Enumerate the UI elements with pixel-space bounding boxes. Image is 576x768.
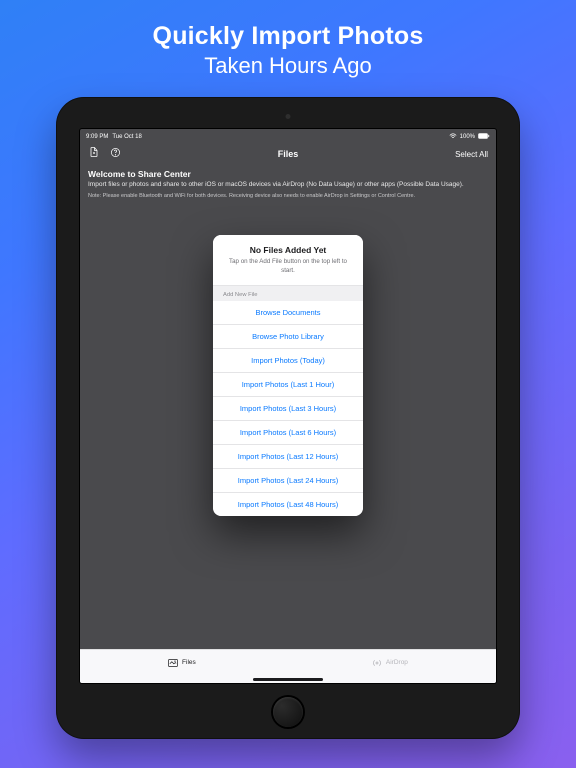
- popover-item-import-last-1h[interactable]: Import Photos (Last 1 Hour): [213, 373, 363, 397]
- intro-title: Welcome to Share Center: [88, 169, 488, 179]
- popover-title: No Files Added Yet: [223, 245, 353, 255]
- popover-section-header: Add New File: [213, 286, 363, 301]
- promo-subtitle: Taken Hours Ago: [153, 53, 424, 79]
- promo-background: Quickly Import Photos Taken Hours Ago 9:…: [0, 0, 576, 768]
- home-indicator[interactable]: [253, 678, 323, 681]
- airdrop-tab-icon: [372, 659, 382, 667]
- status-bar: 9:09 PM Tue Oct 18 100%: [80, 131, 496, 143]
- tab-files[interactable]: Files: [168, 659, 196, 667]
- popover-item-import-last-12h[interactable]: Import Photos (Last 12 Hours): [213, 445, 363, 469]
- select-all-button[interactable]: Select All: [455, 150, 488, 159]
- status-time: 9:09 PM: [86, 134, 108, 140]
- popover-item-import-last-3h[interactable]: Import Photos (Last 3 Hours): [213, 397, 363, 421]
- popover-item-import-today[interactable]: Import Photos (Today): [213, 349, 363, 373]
- intro-description: Import files or photos and share to othe…: [88, 181, 488, 189]
- popover-item-import-last-24h[interactable]: Import Photos (Last 24 Hours): [213, 469, 363, 493]
- popover-item-import-last-48h[interactable]: Import Photos (Last 48 Hours): [213, 493, 363, 516]
- status-date: Tue Oct 18: [112, 134, 141, 140]
- ipad-home-button[interactable]: [273, 697, 303, 727]
- tab-airdrop[interactable]: AirDrop: [372, 659, 408, 667]
- battery-percent: 100%: [460, 134, 475, 140]
- popover-header: No Files Added Yet Tap on the Add File b…: [213, 235, 363, 285]
- tab-airdrop-label: AirDrop: [386, 659, 408, 666]
- promo-text: Quickly Import Photos Taken Hours Ago: [153, 22, 424, 79]
- popover-item-browse-documents[interactable]: Browse Documents: [213, 301, 363, 325]
- promo-title: Quickly Import Photos: [153, 22, 424, 51]
- add-file-icon[interactable]: [88, 145, 100, 163]
- nav-title: Files: [278, 149, 299, 159]
- app-screen: 9:09 PM Tue Oct 18 100%: [80, 129, 496, 683]
- popover-item-browse-photo-library[interactable]: Browse Photo Library: [213, 325, 363, 349]
- nav-bar: Files Select All: [80, 143, 496, 165]
- ipad-frame: 9:09 PM Tue Oct 18 100%: [56, 97, 520, 739]
- intro-note: Note: Please enable Bluetooth and WiFi f…: [88, 193, 488, 199]
- tab-bar: Files AirDrop: [80, 649, 496, 675]
- add-file-popover: No Files Added Yet Tap on the Add File b…: [213, 235, 363, 515]
- tab-files-label: Files: [182, 659, 196, 666]
- popover-item-import-last-6h[interactable]: Import Photos (Last 6 Hours): [213, 421, 363, 445]
- wifi-icon: [449, 133, 457, 141]
- home-indicator-area: [80, 675, 496, 683]
- files-tab-icon: [168, 659, 178, 667]
- content-area: No Files Added Yet Tap on the Add File b…: [80, 207, 496, 649]
- ipad-camera: [286, 114, 291, 119]
- popover-subtitle: Tap on the Add File button on the top le…: [223, 258, 353, 274]
- help-icon[interactable]: [110, 145, 121, 163]
- intro-block: Welcome to Share Center Import files or …: [80, 165, 496, 207]
- battery-icon: [478, 133, 490, 141]
